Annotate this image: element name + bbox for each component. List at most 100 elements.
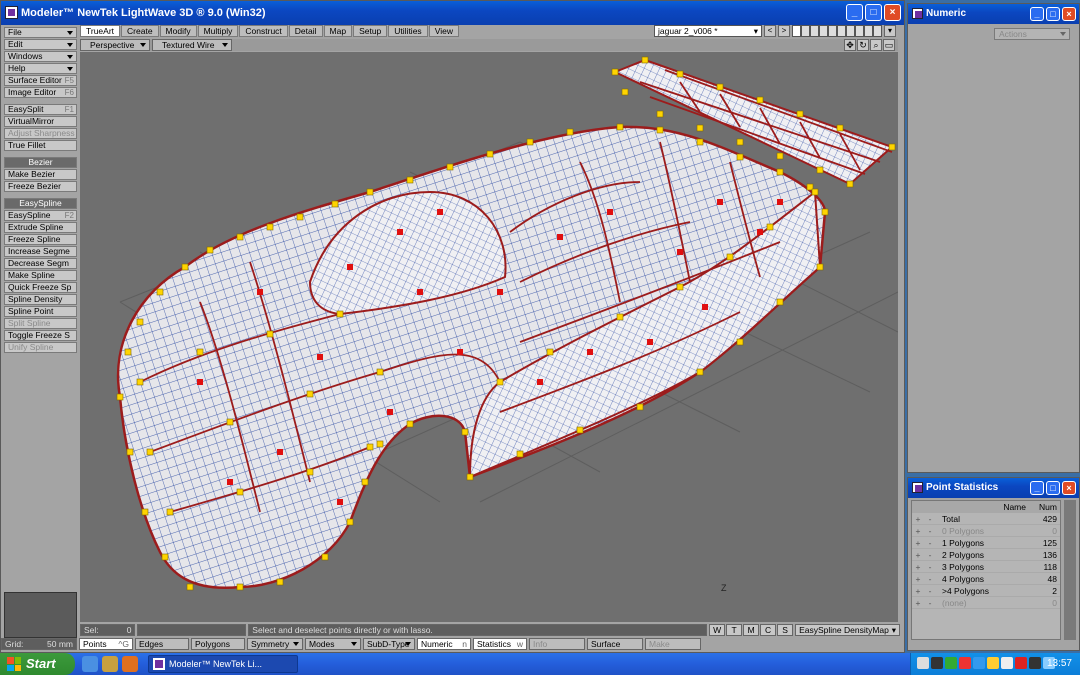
ie-icon[interactable] — [82, 656, 98, 672]
control-point[interactable] — [566, 128, 574, 136]
scrollbar[interactable] — [1064, 500, 1076, 640]
control-point[interactable] — [236, 583, 244, 591]
control-point[interactable] — [321, 553, 329, 561]
render-mode-select[interactable]: Textured Wire — [152, 39, 232, 51]
control-point[interactable] — [124, 348, 132, 356]
title-bar[interactable]: Modeler™ NewTek LightWave 3D ® 9.0 (Win3… — [1, 1, 904, 25]
control-point[interactable] — [676, 70, 684, 78]
selected-point[interactable] — [277, 449, 283, 455]
selected-point[interactable] — [607, 209, 613, 215]
tab-construct[interactable]: Construct — [239, 25, 288, 37]
maximize-button[interactable]: □ — [1046, 481, 1060, 495]
control-point[interactable] — [126, 448, 134, 456]
close-button[interactable]: × — [1062, 481, 1076, 495]
layer-button[interactable] — [801, 25, 810, 37]
info-button[interactable]: Info — [529, 638, 585, 650]
menu-true-fillet[interactable]: True Fillet — [4, 140, 77, 151]
symmetry-button[interactable]: Symmetry — [247, 638, 303, 650]
table-row[interactable]: + - (none) 0 — [912, 597, 1060, 609]
selected-point[interactable] — [647, 339, 653, 345]
maximize-button[interactable]: □ — [865, 4, 882, 21]
layer-button[interactable] — [873, 25, 882, 37]
control-point[interactable] — [696, 138, 704, 146]
layer-button[interactable] — [837, 25, 846, 37]
control-point[interactable] — [236, 233, 244, 241]
control-point[interactable] — [756, 96, 764, 104]
tab-map[interactable]: Map — [323, 25, 353, 37]
selected-point[interactable] — [702, 304, 708, 310]
menu-surface-editor[interactable]: Surface Editor F5 — [4, 75, 77, 86]
control-point[interactable] — [736, 153, 744, 161]
tab-setup[interactable]: Setup — [353, 25, 388, 37]
table-row[interactable]: + -3 Polygons 118 — [912, 561, 1060, 573]
remove-icon[interactable]: - — [924, 537, 936, 548]
tray-icon[interactable] — [973, 657, 985, 669]
add-icon[interactable]: + — [912, 537, 924, 548]
remove-icon[interactable]: - — [924, 573, 936, 584]
prev-layer-button[interactable]: < — [764, 25, 776, 37]
add-icon[interactable]: + — [912, 513, 924, 524]
control-point[interactable] — [136, 318, 144, 326]
layer-menu-button[interactable]: ▾ — [884, 25, 896, 37]
control-point[interactable] — [331, 200, 339, 208]
menu-unify-spline[interactable]: Unify Spline — [4, 342, 77, 353]
subd-type-select[interactable]: SubD-Type — [363, 638, 415, 650]
control-point[interactable] — [736, 338, 744, 346]
menu-spline-point[interactable]: Spline Point — [4, 306, 77, 317]
control-point[interactable] — [336, 310, 344, 318]
menu-extrude-spline[interactable]: Extrude Spline — [4, 222, 77, 233]
tray-icon[interactable] — [1015, 657, 1027, 669]
control-point[interactable] — [636, 403, 644, 411]
control-point[interactable] — [516, 450, 524, 458]
menu-help[interactable]: Help — [4, 63, 77, 74]
menu-make-spline[interactable]: Make Spline — [4, 270, 77, 281]
taskbar-item-modeler[interactable]: Modeler™ NewTek Li... — [148, 655, 298, 673]
make-button[interactable]: Make — [645, 638, 701, 650]
menu-freeze-spline[interactable]: Freeze Spline — [4, 234, 77, 245]
selected-point[interactable] — [537, 379, 543, 385]
table-row[interactable]: + -4 Polygons 48 — [912, 573, 1060, 585]
control-point[interactable] — [266, 223, 274, 231]
perspective-viewport[interactable]: Z — [80, 52, 898, 622]
control-point[interactable] — [716, 83, 724, 91]
tray-icon[interactable] — [917, 657, 929, 669]
table-row[interactable]: + -2 Polygons 136 — [912, 549, 1060, 561]
control-point[interactable] — [821, 208, 829, 216]
control-point[interactable] — [641, 56, 649, 64]
control-point[interactable] — [461, 428, 469, 436]
selected-point[interactable] — [387, 409, 393, 415]
selected-point[interactable] — [587, 349, 593, 355]
control-point[interactable] — [776, 168, 784, 176]
desktop-icon[interactable] — [102, 656, 118, 672]
layer-button[interactable] — [864, 25, 873, 37]
control-point[interactable] — [296, 213, 304, 221]
tab-multiply[interactable]: Multiply — [197, 25, 239, 37]
tab-utilities[interactable]: Utilities — [388, 25, 428, 37]
table-row[interactable]: + -0 Polygons 0 — [912, 525, 1060, 537]
control-point[interactable] — [726, 253, 734, 261]
next-layer-button[interactable]: > — [778, 25, 790, 37]
density-map-select[interactable]: EasySpline DensityMap ▾ — [795, 624, 900, 636]
add-icon[interactable]: + — [912, 585, 924, 596]
numeric-button[interactable]: Numeric n — [417, 638, 471, 650]
control-point[interactable] — [616, 313, 624, 321]
viewport-mode-s-button[interactable]: S — [777, 624, 794, 636]
add-icon[interactable]: + — [912, 549, 924, 560]
control-point[interactable] — [846, 180, 854, 188]
tab-view[interactable]: View — [428, 25, 459, 37]
control-point[interactable] — [206, 246, 214, 254]
menu-spline-density[interactable]: Spline Density — [4, 294, 77, 305]
modes-select[interactable]: Modes — [305, 638, 361, 650]
control-point[interactable] — [796, 110, 804, 118]
menu-file[interactable]: File — [4, 27, 77, 38]
layer-button[interactable] — [828, 25, 837, 37]
tray-icon[interactable] — [959, 657, 971, 669]
close-button[interactable]: × — [884, 4, 901, 21]
menu-adjust-sharpness[interactable]: Adjust Sharpness — [4, 128, 77, 139]
control-point[interactable] — [306, 390, 314, 398]
remove-icon[interactable]: - — [924, 549, 936, 560]
control-point[interactable] — [696, 124, 704, 132]
minimize-button[interactable]: _ — [846, 4, 863, 21]
control-point[interactable] — [366, 188, 374, 196]
menu-make-bezier[interactable]: Make Bezier — [4, 169, 77, 180]
